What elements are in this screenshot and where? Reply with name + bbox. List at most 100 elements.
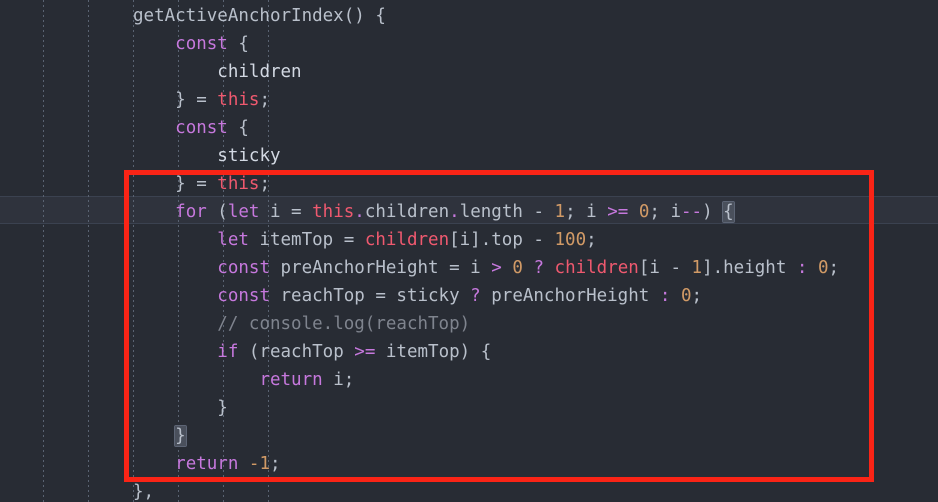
code-token-punct: ]. [702, 258, 724, 278]
code-token-kw: const [175, 34, 228, 54]
code-token-this: this [217, 174, 260, 194]
code-token-punct [628, 202, 639, 222]
code-line[interactable]: getActiveAnchorIndex() { [133, 2, 386, 30]
code-token-punct: ; [259, 174, 270, 194]
code-token-op: > [491, 258, 502, 278]
code-line[interactable]: const reachTop = sticky ? preAnchorHeigh… [133, 282, 702, 310]
code-token-punct: ; i [565, 202, 608, 222]
code-token-punct: } = [133, 174, 218, 194]
code-token-kw: const [217, 258, 270, 278]
code-line[interactable]: const { [133, 30, 249, 58]
code-token-punct: ; [259, 90, 270, 110]
code-token-kw: const [175, 118, 228, 138]
code-token-punct: i = [259, 202, 313, 222]
code-token-punct: [i [638, 258, 671, 278]
code-line[interactable]: } [133, 422, 187, 450]
code-token-punct: itemTop = [248, 230, 365, 250]
code-line[interactable]: const { [133, 114, 249, 142]
code-token-punct: reachTop = sticky [269, 286, 471, 306]
code-token-op: . [354, 202, 365, 222]
code-token-ident: getActiveAnchorIndex [133, 6, 344, 26]
code-line[interactable]: // console.log(reachTop) [133, 310, 470, 338]
code-token-num: -1 [248, 454, 270, 474]
code-token-op: >= [354, 342, 376, 362]
code-token-punct: { [227, 118, 249, 138]
code-token-prop: height [723, 258, 797, 278]
code-token-punct [670, 286, 681, 306]
code-token-num: 0 [512, 258, 523, 278]
bracket-match-highlight: { [722, 201, 735, 223]
code-token-op: ? [533, 258, 544, 278]
code-token-num: 1 [554, 202, 566, 222]
code-token-op: : [796, 258, 808, 278]
code-token-comment: // console.log(reachTop) [217, 314, 471, 334]
code-token-kw: for [175, 202, 207, 222]
code-token-kw: let [217, 230, 249, 250]
code-token-punct: ; [270, 454, 281, 474]
code-token-punct: ; [586, 230, 597, 250]
code-line[interactable]: } [133, 394, 228, 422]
code-text-layer[interactable]: getActiveAnchorIndex() { const { childre… [0, 0, 938, 502]
code-token-punct: ) [702, 202, 724, 222]
code-token-punct: { [227, 34, 249, 54]
code-token-punct: }, [133, 482, 155, 502]
code-token-punct: preAnchorHeight [480, 286, 660, 306]
code-token-punct: i; [322, 370, 355, 390]
code-line[interactable]: let itemTop = children[i].top - 100; [133, 226, 597, 254]
code-token-op: . [449, 202, 460, 222]
code-editor-pane[interactable]: getActiveAnchorIndex() { const { childre… [0, 0, 938, 502]
code-token-punct [238, 454, 249, 474]
code-token-prop: children [364, 202, 450, 222]
code-token-punct: - [533, 202, 555, 222]
code-line[interactable]: children [133, 58, 302, 86]
code-token-var: children [217, 62, 302, 82]
code-token-punct [807, 258, 818, 278]
code-line[interactable]: if (reachTop >= itemTop) { [133, 338, 491, 366]
code-token-prop: length [459, 202, 534, 222]
code-line[interactable]: }, [133, 478, 154, 502]
code-token-punct: [i]. [449, 230, 492, 250]
code-token-punct: - [533, 230, 555, 250]
code-line[interactable]: return i; [133, 366, 354, 394]
code-token-punct: () { [343, 6, 386, 26]
code-line[interactable]: const preAnchorHeight = i > 0 ? children… [133, 254, 839, 282]
bracket-match-highlight: } [174, 425, 187, 447]
code-token-this: this [312, 202, 355, 222]
code-token-this: children [364, 230, 450, 250]
code-token-prop: top [491, 230, 534, 250]
code-token-kw: return [175, 454, 239, 474]
code-token-num: 0 [638, 202, 650, 222]
code-token-punct: } [133, 398, 228, 418]
code-token-kw: let [227, 202, 260, 222]
code-token-punct [502, 258, 513, 278]
code-line[interactable]: } = this; [133, 86, 270, 114]
code-token-num: 100 [554, 230, 587, 250]
code-token-kw: return [259, 370, 323, 390]
code-token-num: 0 [818, 258, 829, 278]
code-line[interactable]: for (let i = this.children.length - 1; i… [133, 198, 735, 226]
code-token-op: -- [681, 202, 703, 222]
code-token-kw: if [217, 342, 239, 362]
code-token-punct: preAnchorHeight = i [269, 258, 492, 278]
code-line[interactable]: return -1; [133, 450, 281, 478]
code-token-punct: ; [828, 258, 840, 278]
code-token-op: ? [470, 286, 481, 306]
code-line[interactable]: } = this; [133, 170, 270, 198]
code-line[interactable]: sticky [133, 142, 280, 170]
code-token-num: 1 [691, 258, 703, 278]
code-token-punct: } = [133, 90, 218, 110]
code-token-op: >= [607, 202, 629, 222]
